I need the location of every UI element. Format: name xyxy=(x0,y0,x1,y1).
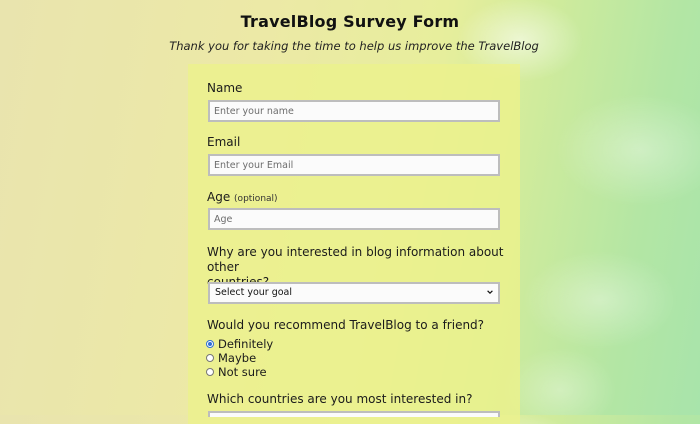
radio-option-label: Not sure xyxy=(218,364,267,379)
radio-option-label: Definitely xyxy=(218,336,274,351)
recommend-question: Would you recommend TravelBlog to a frie… xyxy=(207,318,485,332)
chevron-down-icon xyxy=(487,290,493,295)
radio-checked-icon[interactable] xyxy=(206,339,214,348)
radio-unchecked-icon[interactable] xyxy=(206,367,214,376)
name-label: Name xyxy=(207,81,243,95)
goal-select-value: Select your goal xyxy=(215,287,293,298)
radio-option-label: Maybe xyxy=(218,350,257,365)
age-label: Age (optional) xyxy=(207,190,278,207)
email-label: Email xyxy=(207,135,241,149)
countries-input[interactable] xyxy=(208,411,500,417)
radio-unchecked-icon[interactable] xyxy=(206,353,214,362)
age-label-text: Age xyxy=(207,190,231,204)
email-input[interactable] xyxy=(208,154,500,176)
page-subtitle: Thank you for taking the time to help us… xyxy=(169,39,539,53)
optional-note: (optional) xyxy=(234,194,278,204)
radio-option-definitely[interactable]: Definitely xyxy=(206,336,274,351)
age-input[interactable] xyxy=(208,208,500,230)
radio-option-not-sure[interactable]: Not sure xyxy=(206,364,267,379)
page-title: TravelBlog Survey Form xyxy=(240,12,460,31)
countries-question: Which countries are you most interested … xyxy=(207,392,473,406)
name-input[interactable] xyxy=(208,100,500,122)
interest-question-line1: Why are you interested in blog informati… xyxy=(207,245,504,274)
goal-select[interactable]: Select your goal xyxy=(208,282,500,304)
survey-form: Name Email Age (optional) Why are you in… xyxy=(188,64,520,424)
radio-option-maybe[interactable]: Maybe xyxy=(206,350,257,365)
